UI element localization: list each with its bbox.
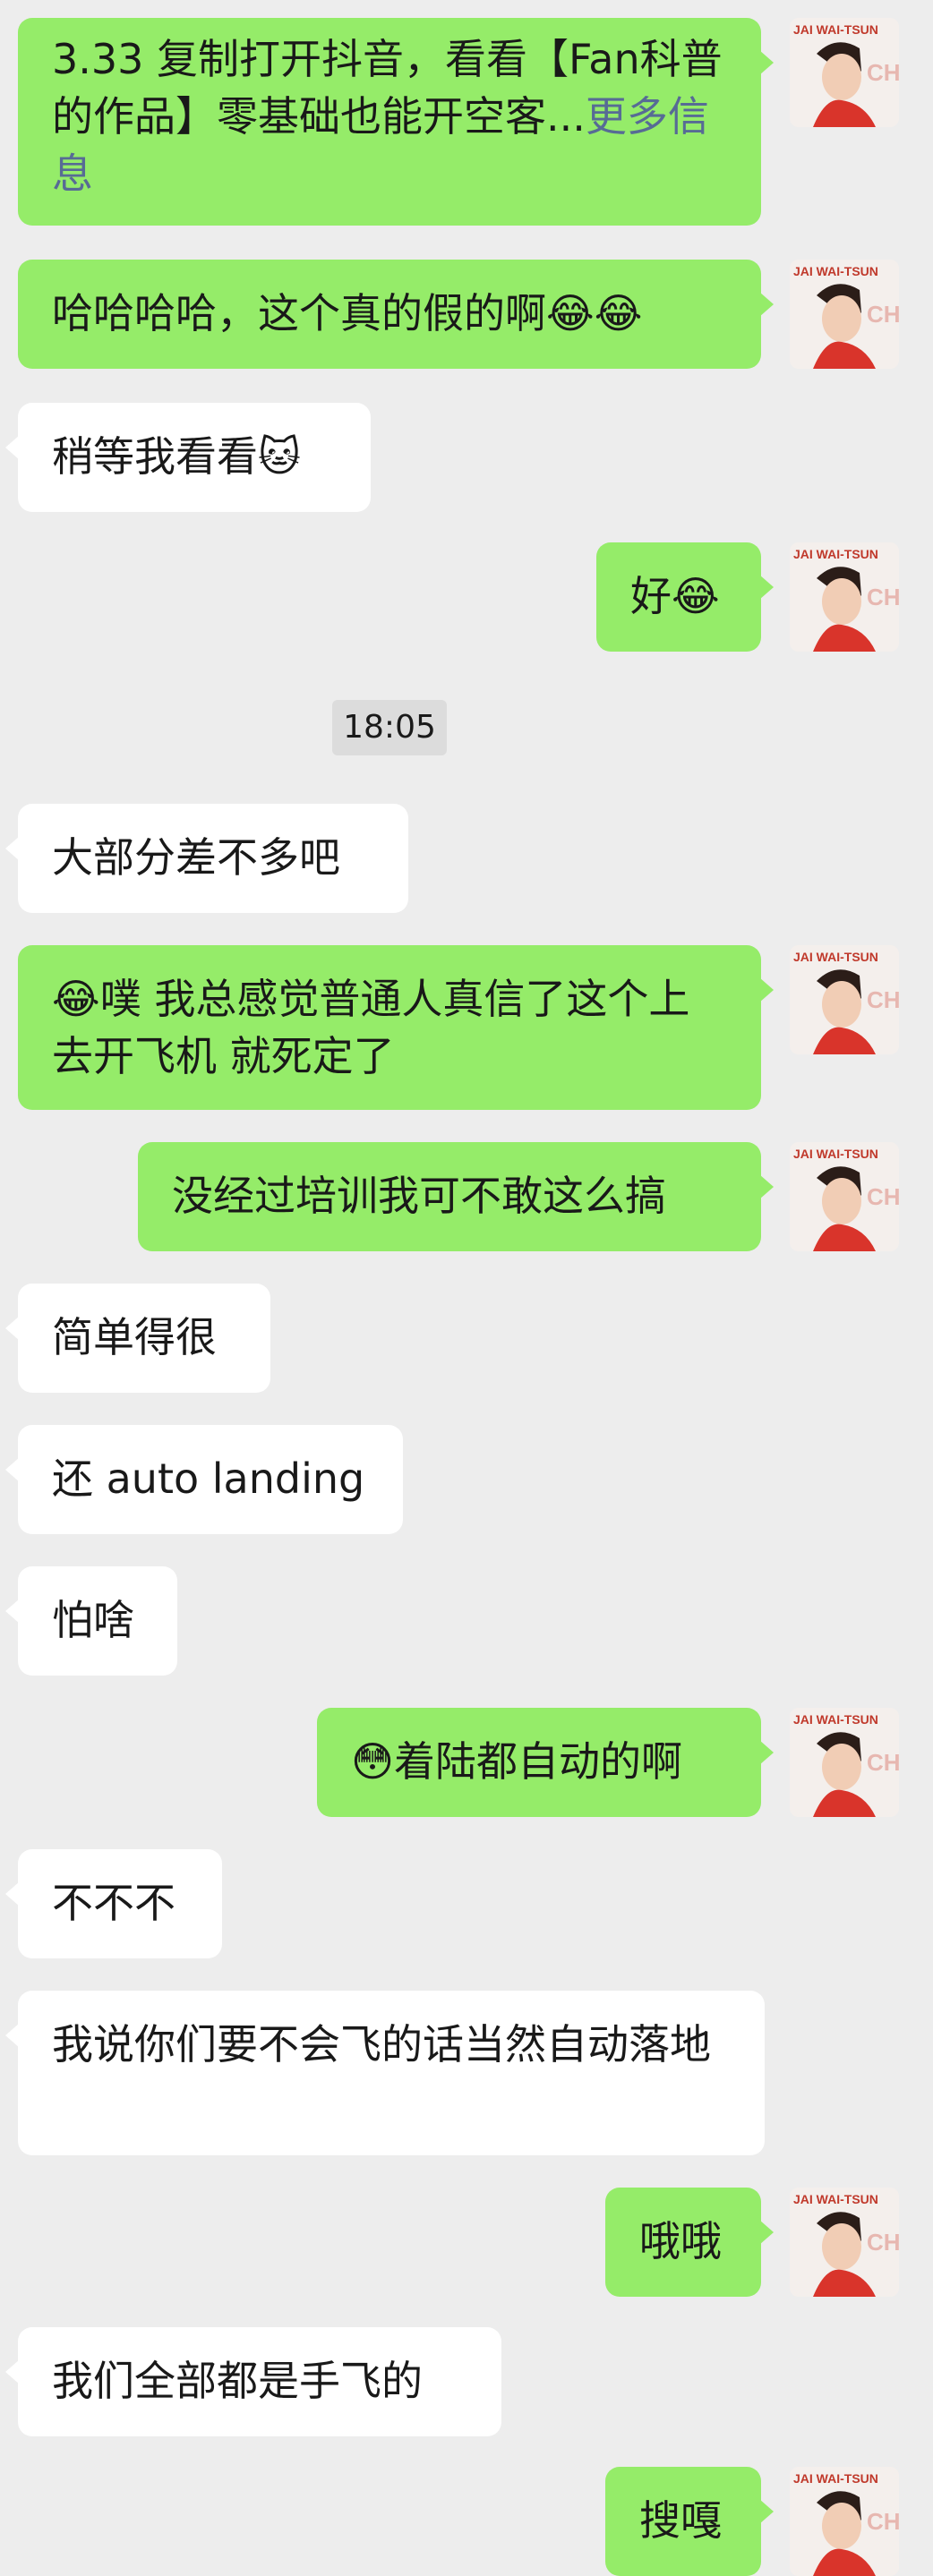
avatar[interactable]: JAI WAI-TSUN CHI (790, 2467, 899, 2576)
avatar[interactable]: JAI WAI-TSUN CHI (790, 1708, 899, 1817)
avatar-illustration: JAI WAI-TSUN CHI (790, 1142, 899, 1251)
message-bubble-other[interactable]: 我说你们要不会飞的话当然自动落地 (5, 1991, 765, 2155)
avatar-illustration: JAI WAI-TSUN CHI (790, 18, 899, 127)
avatar-side-text: CHI (867, 584, 899, 610)
message-text: 😳着陆都自动的啊 (351, 1737, 682, 1786)
avatar-illustration: JAI WAI-TSUN CHI (790, 2188, 899, 2297)
avatar-side-text: CHI (867, 2229, 899, 2256)
message-text: 大部分差不多吧 (52, 833, 340, 882)
avatar-side-text: CHI (867, 1749, 899, 1776)
message-bubble-me[interactable]: 😂噗 我总感觉普通人真信了这个上去开飞机 就死定了 (18, 945, 774, 1110)
avatar-caption: JAI WAI-TSUN (793, 264, 878, 278)
message-bubble-me[interactable]: 搜嘎 (605, 2467, 774, 2576)
avatar-caption: JAI WAI-TSUN (793, 2192, 878, 2206)
message-bubble-other[interactable]: 简单得很 (5, 1284, 270, 1393)
message-text: 不不不 (52, 1879, 175, 1927)
message-text: 简单得很 (52, 1313, 217, 1361)
message-text: 我们全部都是手飞的 (52, 2357, 423, 2405)
message-bubble-me[interactable]: 哈哈哈哈，这个真的假的啊😂😂 (18, 260, 774, 369)
avatar-caption: JAI WAI-TSUN (793, 547, 878, 561)
avatar[interactable]: JAI WAI-TSUN CHI (790, 945, 899, 1054)
avatar[interactable]: JAI WAI-TSUN CHI (790, 18, 899, 127)
message-bubble-other[interactable]: 还 auto landing (5, 1425, 403, 1534)
time-stamp: 18:05 (332, 700, 447, 755)
message-bubble-other[interactable]: 不不不 (5, 1849, 222, 1958)
message-bubble-other[interactable]: 怕啥 (5, 1566, 177, 1676)
message-bubble-other[interactable]: 大部分差不多吧 (5, 804, 408, 913)
message-text: 没经过培训我可不敢这么搞 (172, 1172, 666, 1220)
avatar-illustration: JAI WAI-TSUN CHI (790, 260, 899, 369)
message-bubble-me[interactable]: 没经过培训我可不敢这么搞 (138, 1142, 774, 1251)
avatar[interactable]: JAI WAI-TSUN CHI (790, 2188, 899, 2297)
message-text: 😂噗 我总感觉普通人真信了这个上去开飞机 就死定了 (52, 975, 690, 1080)
message-bubble-me[interactable]: 3.33 复制打开抖音，看看【Fan科普的作品】零基础也能开空客...更多信息 (18, 18, 774, 226)
message-bubble-other[interactable]: 稍等我看看🐱 (5, 403, 371, 512)
message-bubble-me[interactable]: 😳着陆都自动的啊 (317, 1708, 774, 1817)
avatar-caption: JAI WAI-TSUN (793, 2471, 878, 2486)
avatar-illustration: JAI WAI-TSUN CHI (790, 542, 899, 652)
message-bubble-other[interactable]: 我们全部都是手飞的 (5, 2327, 501, 2436)
avatar[interactable]: JAI WAI-TSUN CHI (790, 542, 899, 652)
message-bubble-me[interactable]: 哦哦 (605, 2188, 774, 2297)
message-text: 哈哈哈哈，这个真的假的啊😂😂 (52, 289, 643, 337)
avatar[interactable]: JAI WAI-TSUN CHI (790, 260, 899, 369)
message-text: 好😂 (630, 572, 720, 620)
avatar-caption: JAI WAI-TSUN (793, 1147, 878, 1161)
avatar-illustration: JAI WAI-TSUN CHI (790, 945, 899, 1054)
avatar-side-text: CHI (867, 301, 899, 328)
avatar[interactable]: JAI WAI-TSUN CHI (790, 1142, 899, 1251)
avatar-illustration: JAI WAI-TSUN CHI (790, 1708, 899, 1817)
message-text: 搜嘎 (639, 2496, 722, 2545)
avatar-side-text: CHI (867, 986, 899, 1013)
avatar-illustration: JAI WAI-TSUN CHI (790, 2467, 899, 2576)
avatar-side-text: CHI (867, 59, 899, 86)
avatar-caption: JAI WAI-TSUN (793, 950, 878, 964)
avatar-side-text: CHI (867, 1183, 899, 1210)
message-text: 稍等我看看🐱 (52, 432, 301, 481)
avatar-caption: JAI WAI-TSUN (793, 22, 878, 37)
message-bubble-me[interactable]: 好😂 (596, 542, 774, 652)
message-text: 怕啥 (52, 1596, 134, 1644)
message-text: 我说你们要不会飞的话当然自动落地 (52, 2020, 711, 2068)
avatar-side-text: CHI (867, 2508, 899, 2535)
message-text: 哦哦 (639, 2217, 722, 2265)
avatar-caption: JAI WAI-TSUN (793, 1712, 878, 1727)
message-text: 还 auto landing (52, 1454, 365, 1503)
